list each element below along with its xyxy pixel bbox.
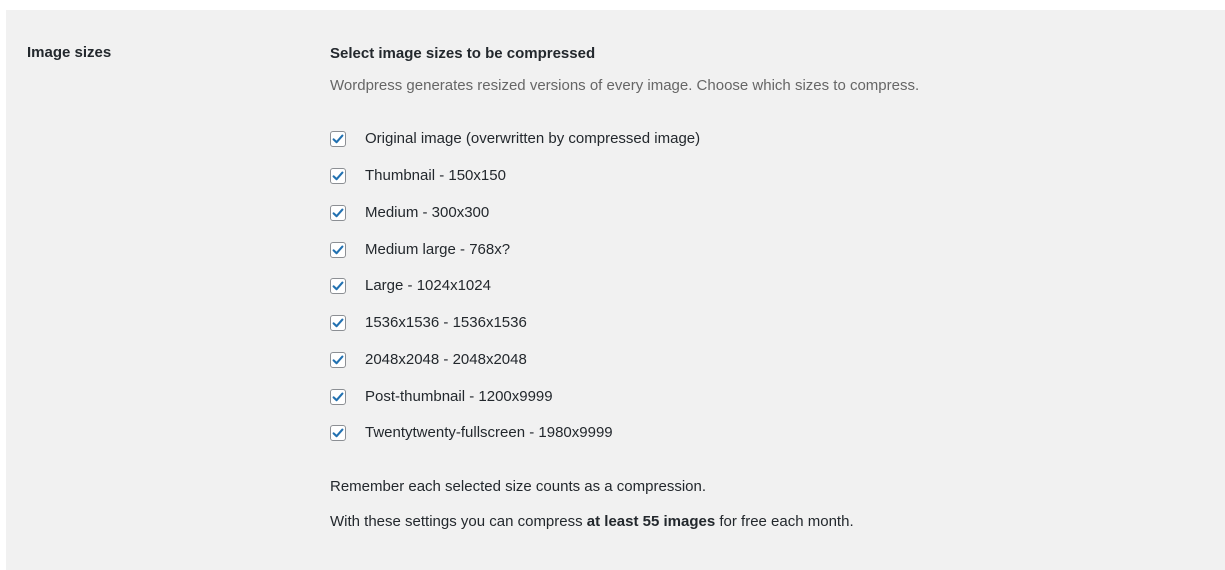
checkbox-label: Post-thumbnail - 1200x9999 bbox=[365, 387, 553, 405]
image-size-checkbox-list: Original image (overwritten by compresse… bbox=[330, 121, 1210, 452]
image-size-option-medium[interactable]: Medium - 300x300 bbox=[330, 195, 1210, 232]
summary-suffix: for free each month. bbox=[715, 512, 854, 530]
image-size-option-2048[interactable]: 2048x2048 - 2048x2048 bbox=[330, 342, 1210, 379]
checkbox-label: Thumbnail - 150x150 bbox=[365, 167, 506, 185]
compression-notes: Remember each selected size counts as a … bbox=[330, 477, 1210, 532]
checkmark-icon bbox=[332, 171, 344, 181]
compression-reminder: Remember each selected size counts as a … bbox=[330, 477, 707, 495]
image-size-option-1536[interactable]: 1536x1536 - 1536x1536 bbox=[330, 305, 1210, 342]
image-size-option-large[interactable]: Large - 1024x1024 bbox=[330, 268, 1210, 305]
compression-summary: With these settings you can compress at … bbox=[330, 512, 1210, 532]
checkbox-label: 1536x1536 - 1536x1536 bbox=[365, 314, 527, 332]
checkbox[interactable] bbox=[330, 278, 346, 295]
image-size-option-twentytwenty-fullscreen[interactable]: Twentytwenty-fullscreen - 1980x9999 bbox=[330, 415, 1210, 452]
checkmark-icon bbox=[332, 392, 344, 401]
image-size-option-post-thumbnail[interactable]: Post-thumbnail - 1200x9999 bbox=[330, 378, 1210, 415]
checkmark-icon bbox=[332, 245, 344, 254]
checkmark-icon bbox=[332, 208, 344, 218]
checkmark-icon bbox=[332, 318, 344, 328]
checkbox[interactable] bbox=[330, 168, 346, 185]
checkmark-icon bbox=[332, 355, 344, 365]
checkbox[interactable] bbox=[330, 315, 346, 332]
image-size-option-original[interactable]: Original image (overwritten by compresse… bbox=[330, 121, 1210, 158]
checkbox[interactable] bbox=[330, 351, 346, 368]
summary-prefix: With these settings you can compress bbox=[330, 512, 587, 530]
image-sizes-content: Select image sizes to be compressed Word… bbox=[330, 44, 1210, 532]
checkbox-label: Large - 1024x1024 bbox=[365, 277, 491, 295]
checkbox[interactable] bbox=[330, 131, 346, 148]
checkbox-label: Medium large - 768x? bbox=[365, 240, 511, 258]
checkbox-label: Medium - 300x300 bbox=[365, 203, 490, 221]
image-size-option-medium-large[interactable]: Medium large - 768x? bbox=[330, 231, 1210, 268]
image-sizes-label: Image sizes bbox=[27, 44, 112, 61]
checkbox[interactable] bbox=[330, 388, 346, 405]
checkbox[interactable] bbox=[330, 425, 346, 442]
section-heading: Select image sizes to be compressed bbox=[330, 45, 596, 62]
checkmark-icon bbox=[332, 281, 344, 291]
checkbox-label: 2048x2048 - 2048x2048 bbox=[365, 350, 527, 368]
section-description: Wordpress generates resized versions of … bbox=[330, 77, 920, 94]
checkmark-icon bbox=[332, 428, 344, 438]
checkbox-label: Twentytwenty-fullscreen - 1980x9999 bbox=[365, 424, 613, 442]
settings-panel: Image sizes Select image sizes to be com… bbox=[6, 10, 1225, 570]
image-size-option-thumbnail[interactable]: Thumbnail - 150x150 bbox=[330, 158, 1210, 195]
checkbox[interactable] bbox=[330, 241, 346, 258]
checkbox[interactable] bbox=[330, 204, 346, 221]
checkbox-label: Original image (overwritten by compresse… bbox=[365, 130, 701, 148]
checkmark-icon bbox=[332, 134, 344, 144]
summary-image-count: at least 55 images bbox=[586, 512, 716, 530]
